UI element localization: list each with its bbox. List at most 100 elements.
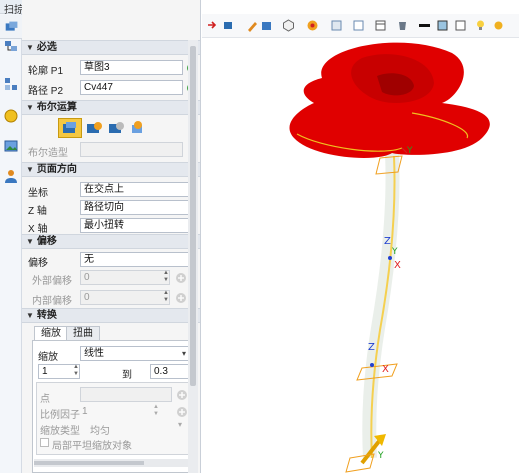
outer-offset-spinner[interactable]: ▲ ▼ — [162, 270, 170, 285]
boolean-add-icon[interactable] — [84, 119, 104, 137]
color-swatch-icon[interactable] — [436, 19, 449, 32]
section-offset[interactable]: ▼ 偏移 — [22, 234, 200, 249]
inner-offset-spinner[interactable]: ▲ ▼ — [162, 290, 170, 305]
scale-from-spinner[interactable]: ▲ ▼ — [72, 364, 80, 379]
tab-twist[interactable]: 扭曲 — [66, 326, 100, 341]
svg-text:Z: Z — [384, 236, 391, 247]
image-icon[interactable] — [3, 138, 19, 154]
user-icon[interactable] — [3, 168, 19, 184]
outer-offset-field[interactable]: 0 — [80, 270, 170, 285]
ratio-pick-icon[interactable] — [176, 406, 188, 418]
outer-offset-label: 外部偏移 — [32, 276, 72, 287]
boolean-shape-field[interactable] — [80, 142, 183, 157]
collapse-icon: ▼ — [26, 165, 34, 174]
local-flat-checkbox[interactable] — [40, 438, 49, 447]
svg-text:X: X — [382, 364, 389, 375]
boolean-shape-label: 布尔造型 — [28, 148, 68, 159]
boolean-remove-icon[interactable] — [106, 119, 126, 137]
tab-scale[interactable]: 缩放 — [34, 326, 68, 341]
model-viewport[interactable]: Y Z Y X Z X Y — [202, 38, 519, 473]
point-pick-icon[interactable] — [176, 389, 188, 401]
sweep-panel: ▼必选 轮廓 P1 草图3 路径 P2 Cv447 ▼布尔运算 布尔造型 ⌄ ▼… — [22, 0, 201, 473]
point-label: 点 — [40, 394, 50, 405]
svg-text:Y: Y — [406, 146, 413, 156]
filter-icon[interactable] — [222, 19, 235, 32]
profile-label: 轮廓 P1 — [28, 66, 64, 77]
color-wheel-icon[interactable] — [306, 19, 319, 32]
outer-offset-pick-icon[interactable] — [175, 272, 187, 284]
box-icon[interactable] — [260, 19, 273, 32]
inner-offset-pick-icon[interactable] — [175, 292, 187, 304]
ratio-spinner[interactable]: ▲ ▼ — [152, 404, 160, 419]
collapse-icon: ▼ — [26, 311, 34, 320]
section-boolean-label: 布尔运算 — [36, 102, 77, 113]
offset-select[interactable]: 无 — [80, 252, 198, 267]
offset-label: 偏移 — [28, 258, 48, 269]
part-icon[interactable] — [3, 108, 19, 124]
panel-toggle-icon[interactable] — [454, 19, 467, 32]
section-required[interactable]: ▼ 必选 — [22, 40, 200, 55]
exit-icon[interactable] — [206, 19, 219, 32]
scale-type-label: 缩放类型 — [40, 426, 80, 437]
x-axis-label: X 轴 — [28, 224, 48, 235]
boolean-base-icon — [63, 122, 76, 133]
apply-icon[interactable] — [2, 17, 22, 37]
left-icon-strip — [0, 0, 22, 473]
bucket-icon[interactable] — [396, 19, 409, 32]
point-field[interactable] — [80, 387, 172, 402]
z-axis-select[interactable]: 路径切向 — [80, 200, 198, 215]
coord-select[interactable]: 在交点上 — [80, 182, 198, 197]
section-required-label: 必选 — [36, 42, 57, 53]
boolean-base-button[interactable] — [58, 118, 82, 138]
local-flat-label: 局部平坦缩放对象 — [52, 441, 132, 452]
section-orientation[interactable]: ▼ 页面方向 — [22, 162, 200, 177]
line-weight-icon[interactable] — [418, 19, 431, 32]
collapse-icon: ▼ — [26, 237, 34, 246]
svg-text:Z: Z — [368, 342, 375, 353]
scale-select[interactable]: 线性 — [80, 346, 190, 361]
profile-field[interactable]: 草图3 — [80, 60, 183, 75]
inner-offset-field[interactable]: 0 — [80, 290, 170, 305]
svg-text:X: X — [394, 260, 401, 271]
path-label: 路径 P2 — [28, 86, 64, 97]
collapse-icon: ▼ — [26, 43, 34, 52]
section-orientation-label: 页面方向 — [36, 164, 77, 175]
svg-text:Y: Y — [391, 247, 398, 257]
history-icon[interactable] — [3, 38, 19, 54]
lightbulb-icon[interactable] — [474, 19, 487, 32]
z-axis-label: Z 轴 — [28, 206, 47, 217]
path-field[interactable]: Cv447 — [80, 80, 183, 95]
settings-icon[interactable] — [492, 19, 505, 32]
x-axis-select[interactable]: 最小扭转 — [80, 218, 198, 233]
pencil-icon[interactable] — [246, 19, 259, 32]
cube-icon[interactable] — [282, 19, 295, 32]
assembly-icon[interactable] — [3, 76, 19, 92]
horizontal-scrollbar[interactable] — [34, 459, 194, 467]
scale-to-label: 到 — [122, 370, 132, 381]
layout-icon[interactable] — [374, 19, 387, 32]
view-icon[interactable] — [352, 19, 365, 32]
panel-scrollbar[interactable] — [188, 40, 198, 473]
ratio-label: 比例因子 — [40, 410, 80, 421]
panel-scroll-thumb[interactable] — [190, 46, 196, 386]
render-icon[interactable] — [330, 19, 343, 32]
ratio-value: 1 — [82, 406, 88, 417]
section-transform[interactable]: ▼ 转换 — [22, 308, 200, 323]
section-offset-label: 偏移 — [36, 236, 57, 247]
scale-type-dropdown-icon[interactable]: ▾ — [178, 420, 182, 429]
collapse-icon: ▼ — [26, 103, 34, 112]
boolean-intersect-icon[interactable] — [128, 119, 148, 137]
rose-flower — [289, 42, 490, 158]
coord-label: 坐标 — [28, 188, 48, 199]
sweep-stem-body — [362, 152, 400, 459]
viewport-toolbar — [202, 14, 519, 38]
scale-label: 缩放 — [38, 352, 58, 363]
inner-offset-label: 内部偏移 — [32, 296, 72, 307]
section-boolean[interactable]: ▼ 布尔运算 — [22, 100, 200, 115]
svg-text:Y: Y — [377, 451, 384, 461]
section-transform-label: 转换 — [36, 310, 57, 321]
scale-type-value: 均匀 — [90, 426, 110, 437]
panel-title: 扫掠 — [4, 5, 24, 16]
horizontal-scroll-thumb[interactable] — [34, 461, 144, 465]
scale-to-field[interactable]: 0.3 — [150, 364, 190, 379]
